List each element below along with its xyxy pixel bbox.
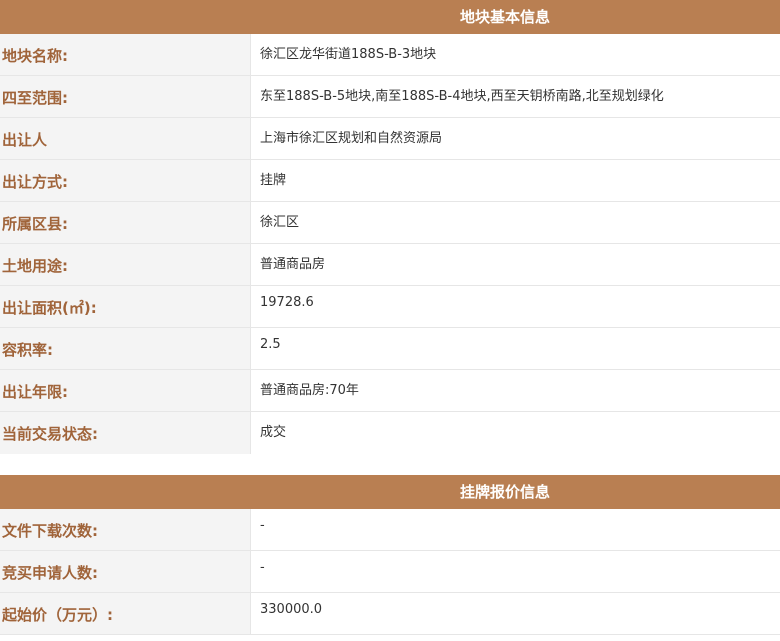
area-label: 出让面积(㎡): [0,286,251,327]
applicant-count-label: 竞买申请人数: [0,551,251,592]
land-use-label: 土地用途: [0,244,251,285]
download-count-label: 文件下载次数: [0,509,251,550]
grantor-label: 出让人 [0,118,251,159]
district-value: 徐汇区 [260,215,300,230]
boundary-label: 四至范围: [0,76,251,117]
lease-term-value: 普通商品房:70年 [260,383,359,398]
area-value: 19728.6 [260,295,314,310]
transfer-method-value: 挂牌 [260,173,287,188]
boundary-value: 东至188S-B-5地块,南至188S-B-4地块,西至天钥桥南路,北至规划绿化 [260,89,664,104]
basic-info-section: 地块基本信息 地块名称: 徐汇区龙华街道188S-B-3地块 四至范围: 东至1… [0,0,780,454]
bid-info-table: 文件下载次数: - 竞买申请人数: - 起始价（万元）: 330000.0 [0,509,780,635]
table-row: 起始价（万元）: 330000.0 [0,593,780,635]
section-spacer [0,454,780,475]
plot-ratio-label: 容积率: [0,328,251,369]
starting-price-value: 330000.0 [260,602,323,617]
bid-info-section: 挂牌报价信息 文件下载次数: - 竞买申请人数: - 起始价（万元）: 3300… [0,475,780,635]
table-row: 土地用途: 普通商品房 [0,244,780,286]
table-row: 出让人 上海市徐汇区规划和自然资源局 [0,118,780,160]
bid-info-header: 挂牌报价信息 [0,475,780,509]
parcel-name-label: 地块名称: [0,34,251,75]
table-row: 文件下载次数: - [0,509,780,551]
table-row: 出让方式: 挂牌 [0,160,780,202]
applicant-count-value: - [260,560,265,575]
parcel-name-value: 徐汇区龙华街道188S-B-3地块 [260,47,437,62]
district-label: 所属区县: [0,202,251,243]
starting-price-label: 起始价（万元）: [0,593,251,634]
table-row: 当前交易状态: 成交 [0,412,780,454]
basic-info-table: 地块名称: 徐汇区龙华街道188S-B-3地块 四至范围: 东至188S-B-5… [0,34,780,454]
trade-status-value: 成交 [260,425,287,440]
download-count-value: - [260,518,265,533]
table-row: 四至范围: 东至188S-B-5地块,南至188S-B-4地块,西至天钥桥南路,… [0,76,780,118]
trade-status-label: 当前交易状态: [0,412,251,454]
table-row: 出让面积(㎡): 19728.6 [0,286,780,328]
land-use-value: 普通商品房 [260,257,326,272]
basic-info-header: 地块基本信息 [0,0,780,34]
transfer-method-label: 出让方式: [0,160,251,201]
table-row: 出让年限: 普通商品房:70年 [0,370,780,412]
plot-ratio-value: 2.5 [260,337,281,352]
lease-term-label: 出让年限: [0,370,251,411]
grantor-value: 上海市徐汇区规划和自然资源局 [260,131,443,146]
table-row: 容积率: 2.5 [0,328,780,370]
table-row: 所属区县: 徐汇区 [0,202,780,244]
table-row: 地块名称: 徐汇区龙华街道188S-B-3地块 [0,34,780,76]
table-row: 竞买申请人数: - [0,551,780,593]
